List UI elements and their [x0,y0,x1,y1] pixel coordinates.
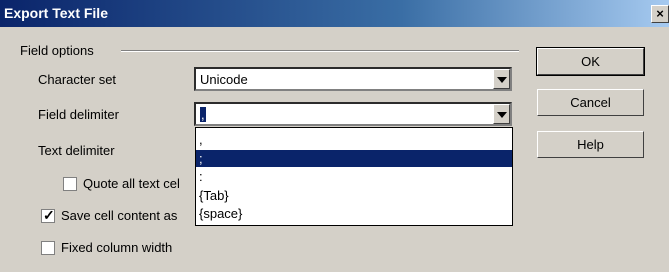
close-button[interactable]: × [651,5,669,23]
chevron-down-icon [497,112,507,118]
dropdown-option[interactable]: : [196,168,512,185]
character-set-value: Unicode [200,72,248,87]
checkmark-icon: ✓ [43,207,55,223]
title-bar: Export Text File × [0,0,669,27]
ok-button[interactable]: OK [536,47,645,76]
field-delimiter-combobox[interactable]: , [194,102,512,126]
character-set-combobox[interactable]: Unicode [194,67,512,91]
quote-all-text-label: Quote all text cel [83,176,180,191]
quote-all-text-checkbox[interactable] [63,177,77,191]
character-set-label: Character set [38,72,117,87]
close-icon: × [656,6,664,21]
dropdown-option-selected[interactable]: ; [196,150,512,167]
dropdown-option[interactable]: {space} [196,205,512,222]
field-delimiter-label: Field delimiter [38,107,119,122]
cancel-button[interactable]: Cancel [537,89,644,116]
text-delimiter-label: Text delimiter [38,143,115,158]
field-delimiter-dropdown-button[interactable] [493,104,510,124]
chevron-down-icon [497,77,507,83]
save-cell-content-label: Save cell content as [61,208,178,223]
character-set-dropdown-button[interactable] [493,69,510,89]
dropdown-option[interactable]: {Tab} [196,187,512,204]
window-title: Export Text File [4,5,108,21]
group-separator [121,50,519,52]
field-delimiter-dropdown-list[interactable]: , ; : {Tab} {space} [195,127,513,226]
fixed-column-width-label: Fixed column width [61,240,173,255]
dropdown-option[interactable]: , [196,131,512,148]
fixed-column-width-checkbox[interactable] [41,241,55,255]
help-button[interactable]: Help [537,131,644,158]
save-cell-content-checkbox[interactable]: ✓ [41,207,55,223]
field-delimiter-value: , [200,107,206,122]
field-options-group-title: Field options [20,43,94,58]
